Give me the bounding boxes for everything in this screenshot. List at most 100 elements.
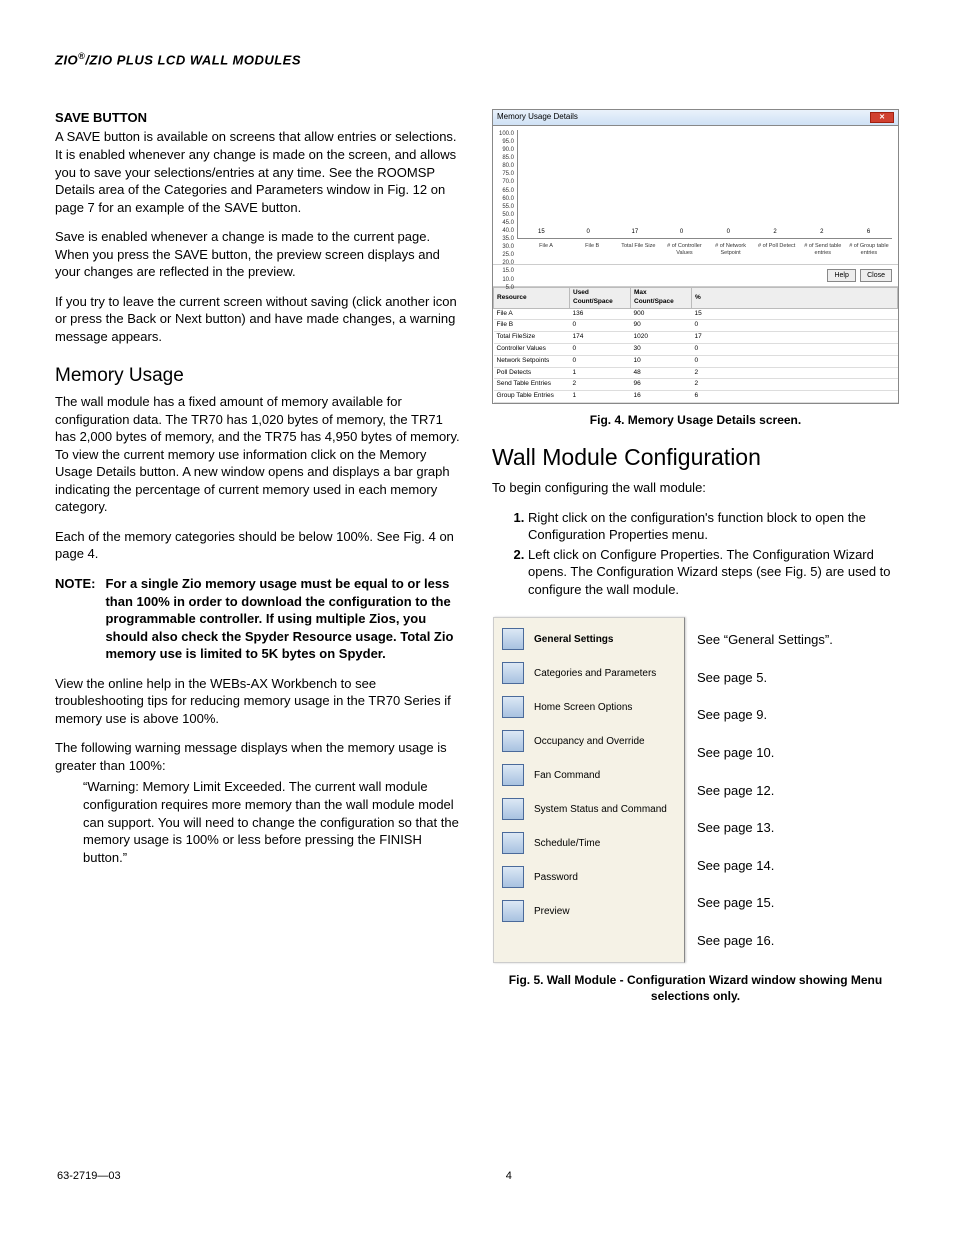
close-icon[interactable]: ✕ — [870, 112, 894, 123]
wizard-menu-item[interactable]: Occupancy and Override — [494, 724, 684, 758]
y-tick: 60.0 — [499, 195, 514, 203]
wizard-menu-item[interactable]: Home Screen Options — [494, 690, 684, 724]
y-tick: 65.0 — [499, 187, 514, 195]
document-header: ZIO®/ZIO PLUS LCD WALL MODULES — [55, 50, 899, 69]
wizard-menu-item[interactable]: Schedule/Time — [494, 826, 684, 860]
wizard-item-label: Password — [534, 871, 578, 885]
wizard-item-icon — [502, 628, 524, 650]
y-tick: 50.0 — [499, 211, 514, 219]
table-cell: 0 — [692, 355, 898, 367]
table-row: Poll Detects1482 — [494, 367, 898, 379]
figure-4-caption: Fig. 4. Memory Usage Details screen. — [492, 412, 899, 428]
wizard-menu-item[interactable]: Fan Command — [494, 758, 684, 792]
wizard-menu-item[interactable]: System Status and Command — [494, 792, 684, 826]
table-row: File A13690015 — [494, 308, 898, 320]
x-tick: File A — [523, 243, 569, 258]
wizard-item-label: Schedule/Time — [534, 837, 600, 851]
chart-y-axis: 100.095.090.085.080.075.070.065.060.055.… — [499, 130, 517, 238]
y-tick: 10.0 — [499, 276, 514, 284]
table-cell: 0 — [570, 355, 631, 367]
y-tick: 55.0 — [499, 203, 514, 211]
table-header: % — [692, 288, 898, 309]
wizard-page-ref: See page 14. — [697, 847, 833, 885]
note-block: NOTE: For a single Zio memory usage must… — [55, 575, 462, 663]
paragraph: The following warning message displays w… — [55, 739, 462, 774]
table-cell: 174 — [570, 332, 631, 344]
y-tick: 80.0 — [499, 162, 514, 170]
page-footer: 63-2719—03 4 — [55, 1169, 899, 1184]
memory-usage-heading: Memory Usage — [55, 363, 462, 389]
wizard-menu-item[interactable]: Password — [494, 860, 684, 894]
bar-value-label: 6 — [867, 228, 870, 236]
paragraph: Save is enabled whenever a change is mad… — [55, 228, 462, 281]
table-cell: 900 — [631, 308, 692, 320]
y-tick: 40.0 — [499, 227, 514, 235]
table-cell: 2 — [570, 379, 631, 391]
figure-5-caption: Fig. 5. Wall Module - Configuration Wiza… — [492, 972, 899, 1004]
y-tick: 30.0 — [499, 243, 514, 251]
footer-page-number: 4 — [506, 1169, 512, 1184]
x-tick: # of Group table entries — [846, 243, 892, 258]
y-tick: 95.0 — [499, 138, 514, 146]
table-row: File B0900 — [494, 320, 898, 332]
table-cell: 1 — [570, 367, 631, 379]
wizard-page-ref: See page 12. — [697, 772, 833, 810]
y-tick: 20.0 — [499, 259, 514, 267]
x-tick: # of Poll Detect — [754, 243, 800, 258]
table-cell: 17 — [692, 332, 898, 344]
table-row: Total FileSize174102017 — [494, 332, 898, 344]
table-cell: 48 — [631, 367, 692, 379]
y-tick: 45.0 — [499, 219, 514, 227]
right-column: Memory Usage Details ✕ 100.095.090.085.0… — [492, 109, 899, 1019]
bar-value-label: 17 — [632, 228, 639, 236]
x-tick: # of Send table entries — [800, 243, 846, 258]
wall-module-config-heading: Wall Module Configuration — [492, 442, 899, 473]
note-body: For a single Zio memory usage must be eq… — [105, 575, 462, 663]
y-tick: 75.0 — [499, 170, 514, 178]
wizard-item-icon — [502, 866, 524, 888]
footer-doc-id: 63-2719—03 — [57, 1169, 121, 1184]
wizard-page-refs: See “General Settings”.See page 5.See pa… — [697, 617, 833, 963]
warning-quote: “Warning: Memory Limit Exceeded. The cur… — [55, 778, 462, 866]
table-cell: 6 — [692, 391, 898, 403]
wizard-page-ref: See page 13. — [697, 809, 833, 847]
y-tick: 90.0 — [499, 146, 514, 154]
y-tick: 15.0 — [499, 267, 514, 275]
table-cell: 10 — [631, 355, 692, 367]
paragraph: If you try to leave the current screen w… — [55, 293, 462, 346]
help-button[interactable]: Help — [827, 269, 855, 282]
paragraph: To begin configuring the wall module: — [492, 479, 899, 497]
bar-value-label: 0 — [727, 228, 730, 236]
table-row: Network Setpoints0100 — [494, 355, 898, 367]
wizard-menu-item[interactable]: Preview — [494, 894, 684, 928]
table-header: Used Count/Space — [570, 288, 631, 309]
paragraph: A SAVE button is available on screens th… — [55, 128, 462, 216]
y-tick: 5.0 — [499, 284, 514, 292]
table-cell: 30 — [631, 343, 692, 355]
table-cell: 1020 — [631, 332, 692, 344]
wizard-page-ref: See page 9. — [697, 696, 833, 734]
chart-x-axis: File AFile BTotal File Size# of Controll… — [493, 241, 898, 264]
table-cell: 0 — [570, 343, 631, 355]
wizard-menu: General Settings Categories and Parameter… — [493, 617, 685, 963]
x-tick: # of Network Setpoint — [708, 243, 754, 258]
chart-bars: 1501700226 — [518, 130, 892, 238]
table-cell: 0 — [570, 320, 631, 332]
save-button-heading: SAVE BUTTON — [55, 109, 462, 127]
wizard-figure: General Settings Categories and Parameter… — [492, 616, 899, 964]
table-cell: Group Table Entries — [494, 391, 570, 403]
paragraph: View the online help in the WEBs-AX Work… — [55, 675, 462, 728]
wizard-menu-item[interactable]: Categories and Parameters — [494, 656, 684, 690]
close-button[interactable]: Close — [860, 269, 892, 282]
table-cell: 15 — [692, 308, 898, 320]
x-tick: Total File Size — [615, 243, 661, 258]
table-cell: 90 — [631, 320, 692, 332]
wizard-item-label: General Settings — [534, 633, 613, 647]
wizard-menu-item[interactable]: General Settings — [494, 622, 684, 656]
wizard-page-ref: See page 16. — [697, 922, 833, 960]
memory-usage-window: Memory Usage Details ✕ 100.095.090.085.0… — [492, 109, 899, 404]
y-tick: 85.0 — [499, 154, 514, 162]
bar-value-label: 0 — [680, 228, 683, 236]
left-column: SAVE BUTTON A SAVE button is available o… — [55, 109, 462, 1019]
table-row: Group Table Entries1166 — [494, 391, 898, 403]
